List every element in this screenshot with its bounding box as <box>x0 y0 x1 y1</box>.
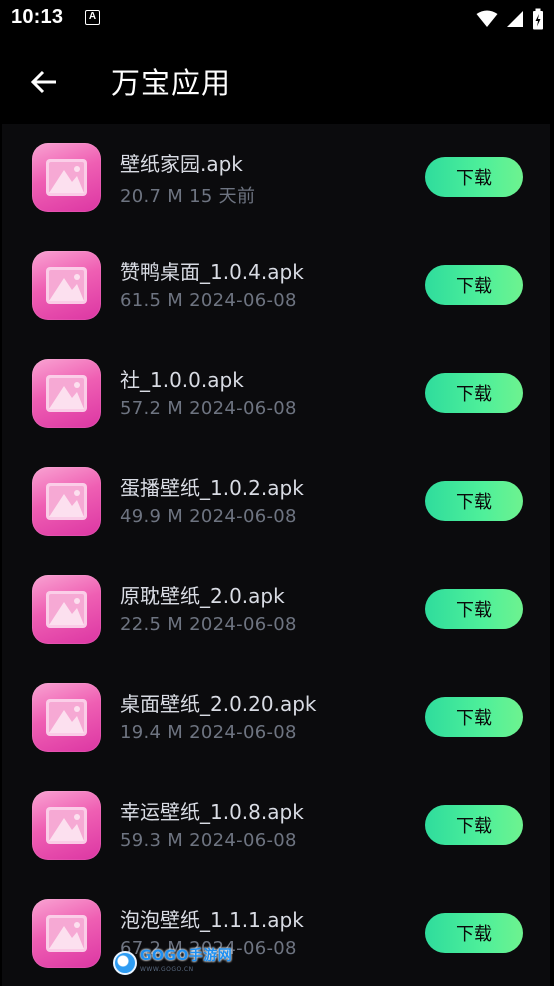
list-item[interactable]: 泡泡壁纸_1.1.1.apk 67.2 M 2024-06-08 下载 <box>2 880 550 986</box>
app-icon <box>32 791 101 860</box>
file-name: 社_1.0.0.apk <box>120 368 244 392</box>
download-button[interactable]: 下载 <box>425 805 523 845</box>
file-meta: 57.2 M 2024-06-08 <box>120 398 297 419</box>
notification-icon: A <box>85 10 100 25</box>
status-time: 10:13 <box>11 6 64 28</box>
image-placeholder-icon <box>46 699 87 736</box>
app-icon <box>32 143 101 212</box>
download-button[interactable]: 下载 <box>425 697 523 737</box>
file-name: 幸运壁纸_1.0.8.apk <box>120 800 304 824</box>
app-icon <box>32 575 101 644</box>
image-placeholder-icon <box>46 483 87 520</box>
download-button[interactable]: 下载 <box>425 913 523 953</box>
download-button[interactable]: 下载 <box>425 373 523 413</box>
file-name: 原耽壁纸_2.0.apk <box>120 584 285 608</box>
file-name: 蛋播壁纸_1.0.2.apk <box>120 476 304 500</box>
file-meta: 22.5 M 2024-06-08 <box>120 614 297 635</box>
app-icon <box>32 899 101 968</box>
watermark-title: GOGO手游网 <box>140 948 233 964</box>
file-name: 赞鸭桌面_1.0.4.apk <box>120 260 304 284</box>
page-title: 万宝应用 <box>111 66 232 100</box>
list-item[interactable]: 壁纸家园.apk 20.7 M 15 天前 下载 <box>2 124 550 232</box>
image-placeholder-icon <box>46 807 87 844</box>
file-name: 壁纸家园.apk <box>120 152 243 176</box>
battery-icon <box>533 8 543 30</box>
list-item[interactable]: 社_1.0.0.apk 57.2 M 2024-06-08 下载 <box>2 340 550 448</box>
app-icon <box>32 683 101 752</box>
file-meta: 19.4 M 2024-06-08 <box>120 722 297 743</box>
file-meta: 59.3 M 2024-06-08 <box>120 830 297 851</box>
list-item[interactable]: 原耽壁纸_2.0.apk 22.5 M 2024-06-08 下载 <box>2 556 550 664</box>
status-bar: 10:13 A <box>0 0 554 38</box>
app-list: 壁纸家园.apk 20.7 M 15 天前 下载 赞鸭桌面_1.0.4.apk … <box>2 124 550 986</box>
list-item[interactable]: 幸运壁纸_1.0.8.apk 59.3 M 2024-06-08 下载 <box>2 772 550 880</box>
download-button[interactable]: 下载 <box>425 157 523 197</box>
file-meta: 49.9 M 2024-06-08 <box>120 506 297 527</box>
app-icon <box>32 251 101 320</box>
watermark-text: GOGO手游网 WWW.GOGO.CN <box>140 949 232 977</box>
image-placeholder-icon <box>46 267 87 304</box>
image-placeholder-icon <box>46 159 87 196</box>
list-item[interactable]: 赞鸭桌面_1.0.4.apk 61.5 M 2024-06-08 下载 <box>2 232 550 340</box>
file-meta: 20.7 M 15 天前 <box>120 186 256 207</box>
file-meta: 61.5 M 2024-06-08 <box>120 290 297 311</box>
image-placeholder-icon <box>46 915 87 952</box>
cell-signal-icon <box>507 11 523 27</box>
image-placeholder-icon <box>46 591 87 628</box>
wifi-icon <box>476 10 498 27</box>
watermark-sub: WWW.GOGO.CN <box>140 966 194 973</box>
watermark: GOGO手游网 WWW.GOGO.CN <box>113 949 232 977</box>
list-item[interactable]: 桌面壁纸_2.0.20.apk 19.4 M 2024-06-08 下载 <box>2 664 550 772</box>
file-name: 泡泡壁纸_1.1.1.apk <box>120 908 304 932</box>
download-button[interactable]: 下载 <box>425 481 523 521</box>
app-icon <box>32 467 101 536</box>
list-item[interactable]: 蛋播壁纸_1.0.2.apk 49.9 M 2024-06-08 下载 <box>2 448 550 556</box>
watermark-logo-icon <box>113 951 137 975</box>
download-button[interactable]: 下载 <box>425 265 523 305</box>
app-bar: 万宝应用 <box>0 38 554 124</box>
file-name: 桌面壁纸_2.0.20.apk <box>120 692 317 716</box>
app-icon <box>32 359 101 428</box>
status-indicators <box>476 8 544 30</box>
arrow-left-icon <box>31 70 56 94</box>
back-button[interactable] <box>24 62 64 102</box>
image-placeholder-icon <box>46 375 87 412</box>
download-button[interactable]: 下载 <box>425 589 523 629</box>
